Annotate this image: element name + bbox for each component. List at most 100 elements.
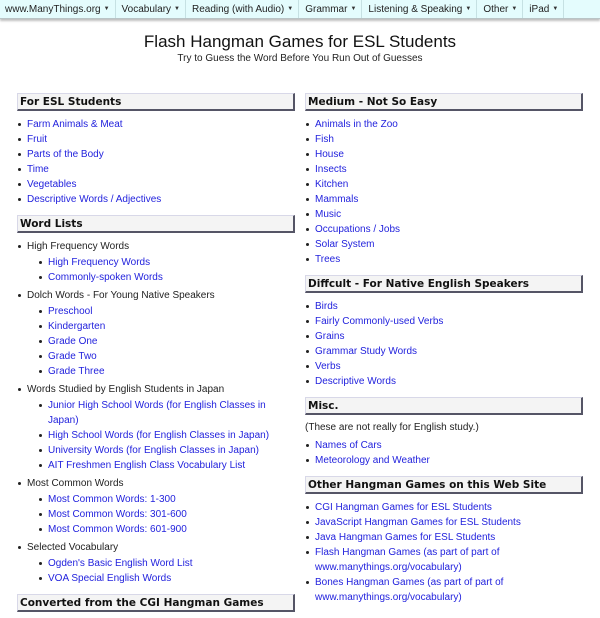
list-item: Descriptive Words / Adjectives <box>17 192 295 207</box>
caret-down-icon: ▼ <box>287 6 294 12</box>
list-item: Grammar Study Words <box>305 344 583 359</box>
misc-note: (These are not really for English study.… <box>305 422 479 433</box>
game-link[interactable]: Descriptive Words <box>315 376 396 387</box>
section-heading-converted: Converted from the CGI Hangman Games <box>17 594 295 612</box>
section-heading-misc: Misc. <box>305 397 583 415</box>
game-link[interactable]: Grains <box>315 331 344 342</box>
list-item: JavaScript Hangman Games for ESL Student… <box>305 515 583 530</box>
game-link[interactable]: Trees <box>315 254 340 265</box>
nav-menu-listening[interactable]: Listening & Speaking ▼ <box>362 0 478 18</box>
list-item: Fairly Commonly-used Verbs <box>305 314 583 329</box>
list-item: Grade Two <box>38 349 295 364</box>
game-link[interactable]: AIT Freshmen English Class Vocabulary Li… <box>48 460 245 471</box>
game-link[interactable]: Grade One <box>48 336 97 347</box>
game-link[interactable]: Fruit <box>27 134 47 145</box>
game-link[interactable]: Commonly-spoken Words <box>48 272 163 283</box>
medium-links: Animals in the Zoo Fish House Insects Ki… <box>305 117 583 267</box>
game-link[interactable]: Solar System <box>315 239 374 250</box>
game-link[interactable]: Junior High School Words (for English Cl… <box>48 400 266 426</box>
game-link[interactable]: Flash Hangman Games (as part of part of … <box>315 547 500 573</box>
game-link[interactable]: Kindergarten <box>48 321 105 332</box>
list-item: House <box>305 147 583 162</box>
page-header: Flash Hangman Games for ESL Students Try… <box>0 32 600 65</box>
game-link[interactable]: House <box>315 149 344 160</box>
list-item: Most Common Words: 601-900 <box>38 522 295 537</box>
game-link[interactable]: Occupations / Jobs <box>315 224 400 235</box>
game-link[interactable]: Fish <box>315 134 334 145</box>
sub-list: Most Common Words: 1-300 Most Common Wor… <box>27 492 295 537</box>
game-link[interactable]: Most Common Words: 301-600 <box>48 509 187 520</box>
game-link[interactable]: Birds <box>315 301 338 312</box>
game-link[interactable]: Animals in the Zoo <box>315 119 398 130</box>
nav-label: Reading (with Audio) <box>191 3 285 15</box>
game-link[interactable]: Ogden's Basic English Word List <box>48 558 193 569</box>
list-item: Occupations / Jobs <box>305 222 583 237</box>
game-link[interactable]: Grade Two <box>48 351 97 362</box>
game-link[interactable]: University Words (for English Classes in… <box>48 445 259 456</box>
list-item: Java Hangman Games for ESL Students <box>305 530 583 545</box>
game-link[interactable]: Insects <box>315 164 347 175</box>
game-link[interactable]: Verbs <box>315 361 341 372</box>
game-link[interactable]: Mammals <box>315 194 358 205</box>
nav-label: Grammar <box>305 3 348 15</box>
game-link[interactable]: Grade Three <box>48 366 105 377</box>
nav-menu-manythings[interactable]: www.ManyThings.org ▼ <box>0 0 116 18</box>
list-item: Fish <box>305 132 583 147</box>
game-link[interactable]: Music <box>315 209 341 220</box>
game-link[interactable]: Meteorology and Weather <box>315 455 430 466</box>
list-item: Birds <box>305 299 583 314</box>
game-link[interactable]: Java Hangman Games for ESL Students <box>315 532 495 543</box>
game-link[interactable]: Descriptive Words / Adjectives <box>27 194 161 205</box>
game-link[interactable]: Time <box>27 164 49 175</box>
game-link[interactable]: Preschool <box>48 306 92 317</box>
nav-label: www.ManyThings.org <box>5 3 101 15</box>
caret-down-icon: ▼ <box>465 6 472 12</box>
sub-list: Ogden's Basic English Word List VOA Spec… <box>27 556 295 586</box>
game-link[interactable]: High Frequency Words <box>48 257 150 268</box>
list-item: Time <box>17 162 295 177</box>
game-link[interactable]: JavaScript Hangman Games for ESL Student… <box>315 517 521 528</box>
list-item: Most Common Words: 301-600 <box>38 507 295 522</box>
game-link[interactable]: VOA Special English Words <box>48 573 171 584</box>
game-link[interactable]: Vegetables <box>27 179 77 190</box>
game-link[interactable]: Grammar Study Words <box>315 346 417 357</box>
list-item: Farm Animals & Meat <box>17 117 295 132</box>
group-item: Selected Vocabulary Ogden's Basic Englis… <box>17 540 295 586</box>
nav-menu-vocabulary[interactable]: Vocabulary ▼ <box>116 0 186 18</box>
nav-menu-other[interactable]: Other ▼ <box>477 0 524 18</box>
list-item: Meteorology and Weather <box>305 453 583 468</box>
list-item: Music <box>305 207 583 222</box>
section-heading-word-lists: Word Lists <box>17 215 295 233</box>
nav-label: Other <box>483 3 509 15</box>
game-link[interactable]: Most Common Words: 1-300 <box>48 494 176 505</box>
caret-down-icon: ▼ <box>350 6 357 12</box>
game-link[interactable]: Names of Cars <box>315 440 382 451</box>
list-item: Most Common Words: 1-300 <box>38 492 295 507</box>
nav-menu-reading[interactable]: Reading (with Audio) ▼ <box>186 0 300 18</box>
game-link[interactable]: Kitchen <box>315 179 348 190</box>
list-item: Ogden's Basic English Word List <box>38 556 295 571</box>
group-label: Dolch Words - For Young Native Speakers <box>27 290 215 301</box>
list-item: Kindergarten <box>38 319 295 334</box>
game-link[interactable]: High School Words (for English Classes i… <box>48 430 269 441</box>
nav-menu-grammar[interactable]: Grammar ▼ <box>299 0 363 18</box>
list-item: Parts of the Body <box>17 147 295 162</box>
caret-down-icon: ▼ <box>103 6 110 12</box>
list-item: Descriptive Words <box>305 374 583 389</box>
game-link[interactable]: Parts of the Body <box>27 149 104 160</box>
group-item: High Frequency Words High Frequency Word… <box>17 239 295 285</box>
list-item: Grains <box>305 329 583 344</box>
game-link[interactable]: Most Common Words: 601-900 <box>48 524 187 535</box>
nav-label: Vocabulary <box>121 3 172 15</box>
game-link[interactable]: Fairly Commonly-used Verbs <box>315 316 443 327</box>
list-item: VOA Special English Words <box>38 571 295 586</box>
game-link[interactable]: Farm Animals & Meat <box>27 119 123 130</box>
list-item: High School Words (for English Classes i… <box>38 428 295 443</box>
game-link[interactable]: Bones Hangman Games (as part of part of … <box>315 577 503 603</box>
group-label: Words Studied by English Students in Jap… <box>27 384 225 395</box>
game-link[interactable]: CGI Hangman Games for ESL Students <box>315 502 492 513</box>
list-item: Animals in the Zoo <box>305 117 583 132</box>
nav-menu-ipad[interactable]: iPad ▼ <box>523 0 565 18</box>
list-item: Trees <box>305 252 583 267</box>
esl-links: Farm Animals & Meat Fruit Parts of the B… <box>17 117 295 207</box>
